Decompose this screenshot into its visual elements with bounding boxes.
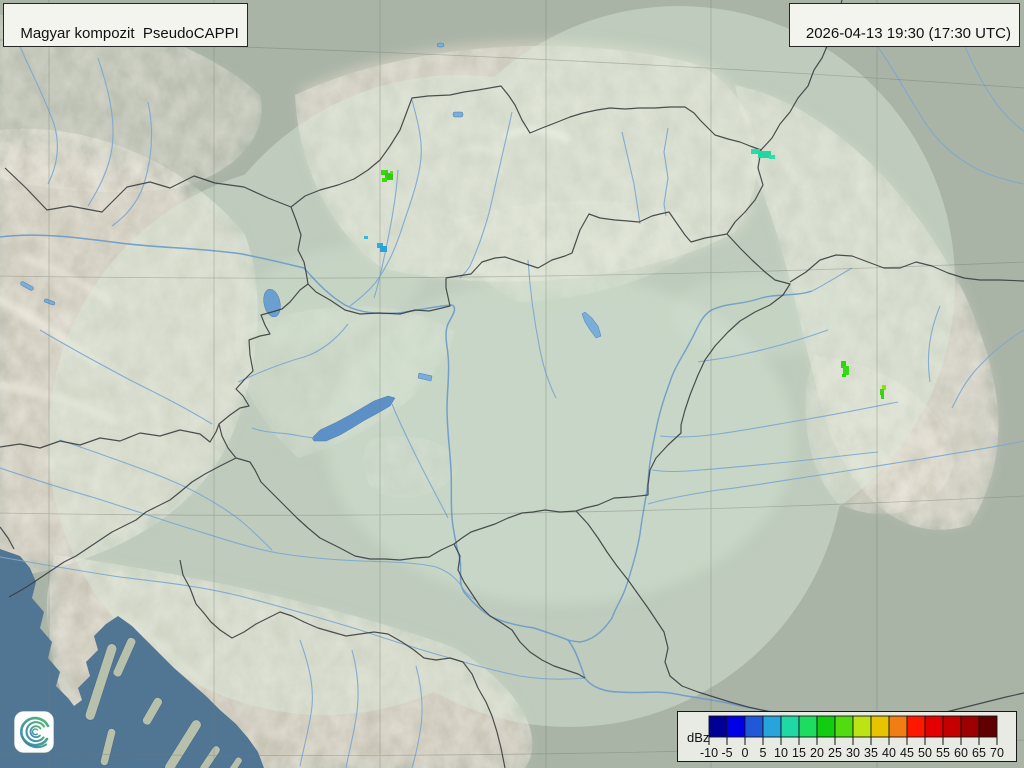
svg-text:70: 70 bbox=[990, 746, 1004, 760]
svg-text:65: 65 bbox=[972, 746, 986, 760]
legend-scale: dBz -10-5 05 10 15 20 25 30 35 40 45 50 55 60 65 70 bbox=[678, 712, 1016, 761]
svg-text:50: 50 bbox=[918, 746, 932, 760]
svg-text:20: 20 bbox=[810, 746, 824, 760]
svg-text:35: 35 bbox=[864, 746, 878, 760]
weather-service-logo bbox=[14, 711, 54, 753]
product-title: Magyar kompozit PseudoCAPPI bbox=[20, 25, 238, 42]
product-title-box: Magyar kompozit PseudoCAPPI bbox=[3, 3, 248, 47]
svg-text:40: 40 bbox=[882, 746, 896, 760]
svg-text:55: 55 bbox=[936, 746, 950, 760]
svg-text:-10: -10 bbox=[700, 746, 718, 760]
legend-ticks bbox=[709, 737, 997, 745]
svg-text:5: 5 bbox=[760, 746, 767, 760]
radar-map-canvas bbox=[0, 0, 1024, 768]
svg-text:45: 45 bbox=[900, 746, 914, 760]
timestamp-box: 2026-04-13 19:30 (17:30 UTC) bbox=[789, 3, 1020, 47]
svg-text:60: 60 bbox=[954, 746, 968, 760]
svg-text:10: 10 bbox=[774, 746, 788, 760]
svg-text:30: 30 bbox=[846, 746, 860, 760]
legend-unit-label: dBz bbox=[687, 730, 709, 745]
timestamp-label: 2026-04-13 19:30 (17:30 UTC) bbox=[806, 25, 1011, 42]
legend-tick-labels: -10-5 05 10 15 20 25 30 35 40 45 50 55 60 65 70 bbox=[700, 746, 1004, 760]
echo-nw-cyan-small bbox=[364, 236, 368, 239]
legend-color-cells bbox=[709, 716, 997, 737]
svg-text:25: 25 bbox=[828, 746, 842, 760]
svg-text:-5: -5 bbox=[721, 746, 732, 760]
svg-text:0: 0 bbox=[742, 746, 749, 760]
svg-text:15: 15 bbox=[792, 746, 806, 760]
reflectivity-legend: dBz -10-5 05 10 15 20 25 30 35 40 45 50 55 60 65 70 bbox=[677, 711, 1017, 762]
radar-viewer: Magyar kompozit PseudoCAPPI 2026-04-13 1… bbox=[0, 0, 1024, 768]
